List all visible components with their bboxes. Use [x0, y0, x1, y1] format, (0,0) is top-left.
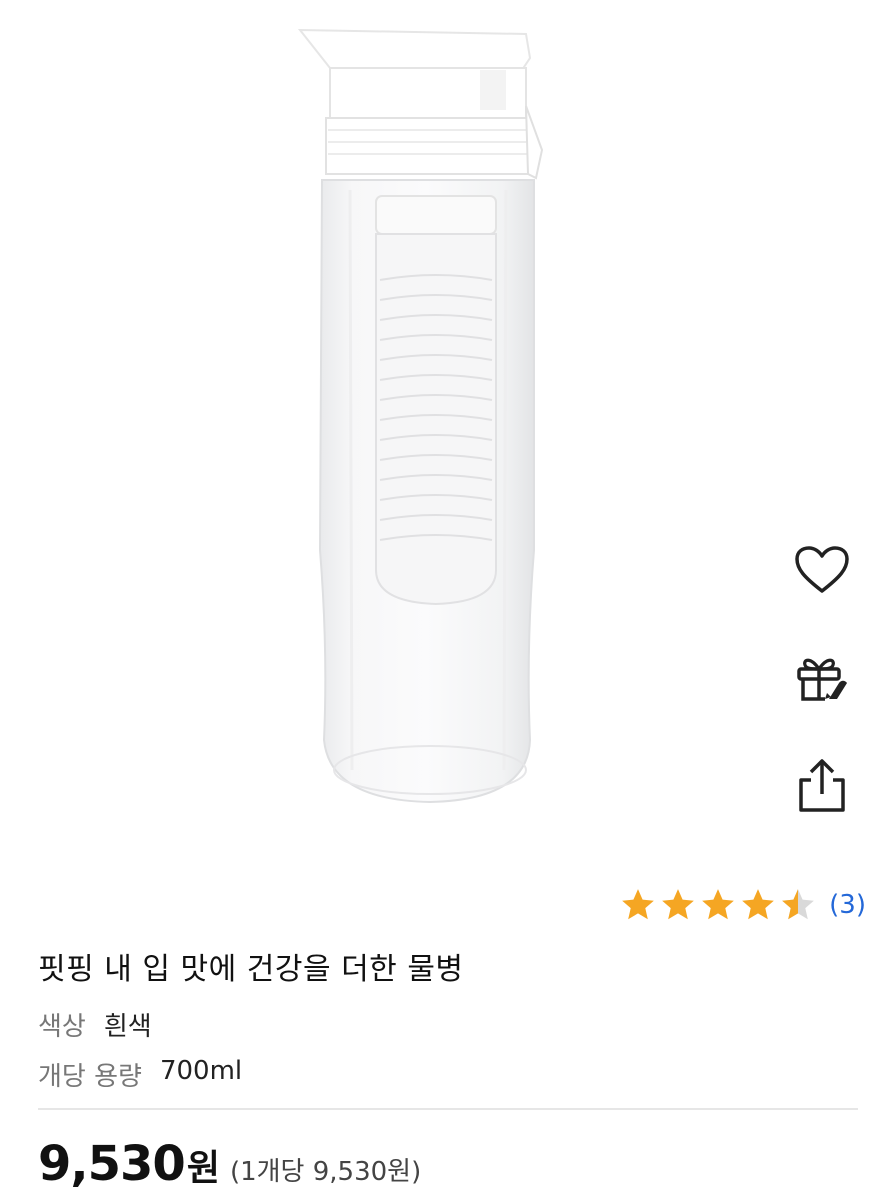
gift-icon — [797, 658, 847, 701]
star-half-icon — [782, 889, 814, 920]
share-icon — [799, 759, 845, 812]
price-section: 9,530 원 (1개당 9,530원) — [38, 1136, 421, 1192]
side-action-bar — [792, 540, 852, 816]
option-capacity-value: 700ml — [159, 1056, 243, 1086]
star-full-icon — [702, 889, 734, 920]
product-image[interactable] — [0, 0, 896, 870]
share-button[interactable] — [792, 756, 852, 816]
option-capacity: 개당 용량 700ml — [38, 1056, 242, 1093]
gift-button[interactable] — [792, 648, 852, 708]
divider — [38, 1108, 858, 1110]
rating-summary[interactable]: (3) — [619, 886, 866, 924]
option-color: 색상 흰색 — [38, 1006, 152, 1043]
price-currency: 원 — [186, 1148, 220, 1189]
product-photo-bottle — [297, 28, 544, 804]
star-full-icon — [742, 889, 774, 920]
review-count-link[interactable]: (3) — [829, 890, 866, 920]
star-full-icon — [662, 889, 694, 920]
product-title: 핏핑 내 입 맛에 건강을 더한 물병 — [38, 952, 464, 987]
star-full-icon — [622, 889, 654, 920]
unit-price: (1개당 9,530원) — [229, 1157, 422, 1187]
wishlist-button[interactable] — [792, 540, 852, 600]
heart-icon — [795, 546, 849, 593]
option-color-value: 흰색 — [103, 1012, 152, 1042]
option-color-label: 색상 — [38, 1012, 86, 1042]
price-value: 9,530 — [38, 1136, 186, 1192]
option-capacity-label: 개당 용량 — [38, 1062, 142, 1092]
